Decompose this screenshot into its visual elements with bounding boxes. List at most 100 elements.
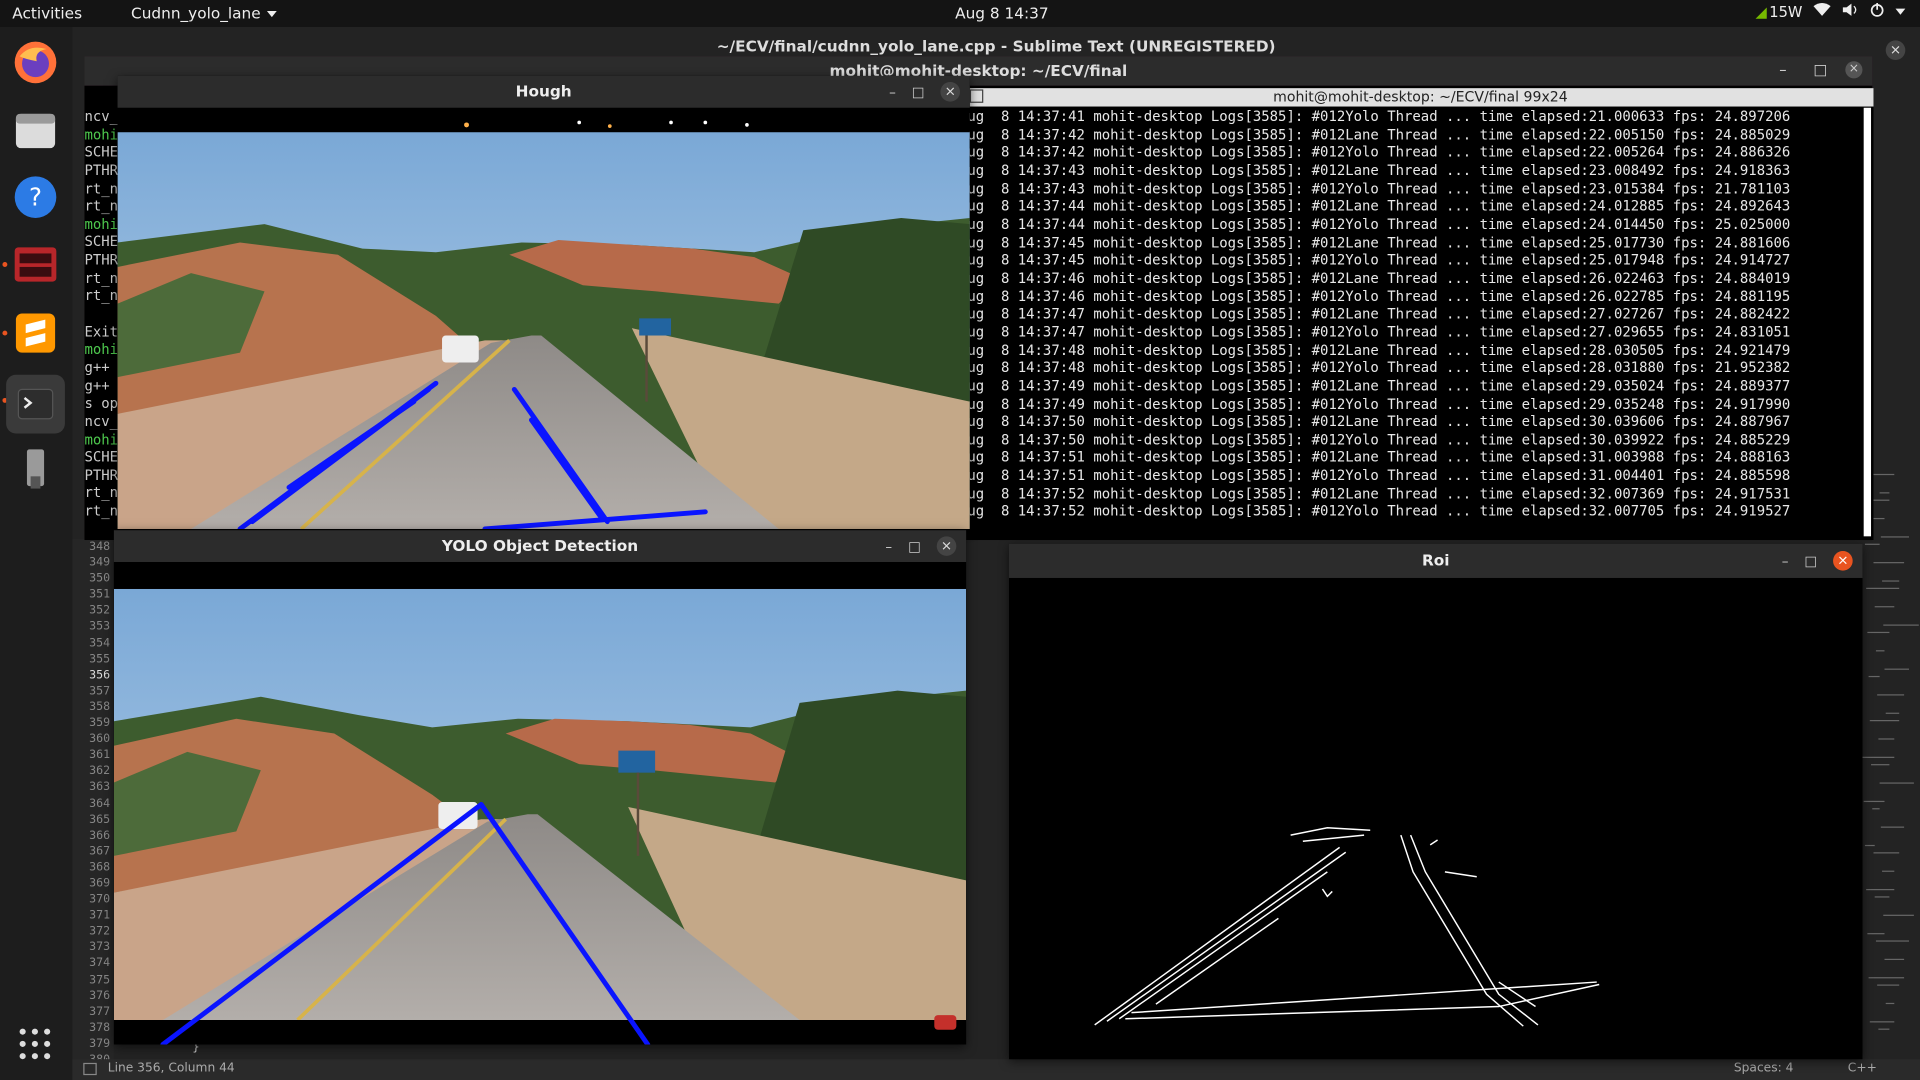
terminal-line: rt_n: [84, 269, 119, 287]
terminal-line: s op: [84, 394, 119, 412]
minimize-button[interactable]: –: [889, 84, 896, 100]
minimap-line: [1871, 473, 1895, 476]
minimap-line: [1880, 536, 1909, 538]
clock[interactable]: Aug 8 14:37: [955, 4, 1048, 22]
terminal-line: rt_n: [84, 484, 119, 502]
minimap-line: [1878, 1028, 1890, 1030]
line-number: 377: [89, 1004, 111, 1019]
volume-icon[interactable]: [1842, 2, 1859, 20]
terminal-icon[interactable]: [6, 374, 65, 434]
close-button[interactable]: ×: [936, 536, 957, 556]
line-number: 360: [89, 732, 111, 746]
chevron-down-icon[interactable]: [1895, 8, 1906, 15]
line-number: 348: [89, 540, 111, 554]
sublime-text-icon[interactable]: [10, 307, 61, 358]
line-number: 369: [89, 876, 111, 891]
log-line: ug 8 14:37:41 mohit-desktop Logs[3585]: …: [967, 107, 1791, 125]
minimap-line: [1869, 720, 1900, 722]
minimap-line: [1879, 492, 1890, 494]
minimize-button[interactable]: –: [885, 538, 892, 554]
status-spaces[interactable]: Spaces: 4: [1734, 1062, 1794, 1075]
files-icon[interactable]: [10, 104, 61, 155]
road-sign: [639, 318, 672, 336]
minimap-line: [1872, 517, 1885, 520]
minimap-line: [1877, 694, 1905, 696]
yolo-title: YOLO Object Detection: [113, 530, 967, 563]
log-line: ug 8 14:37:50 mohit-desktop Logs[3585]: …: [967, 412, 1791, 430]
minimap-line: [1868, 977, 1905, 979]
minimap-line: [1862, 756, 1895, 758]
scrollbar[interactable]: [1863, 107, 1872, 537]
terminal-line: ncv_: [84, 412, 119, 430]
log-output[interactable]: ug 8 14:37:41 mohit-desktop Logs[3585]: …: [967, 108, 1858, 521]
maximize-button[interactable]: □: [908, 538, 921, 554]
hough-road-scene: [117, 107, 970, 529]
minimap[interactable]: [1862, 455, 1920, 1056]
terminal-line: g++: [84, 376, 110, 394]
firefox-icon[interactable]: [10, 37, 61, 88]
line-number: 378: [89, 1021, 111, 1035]
line-number: 349: [89, 556, 111, 570]
help-icon[interactable]: ?: [10, 171, 61, 222]
minimap-line: [1874, 896, 1890, 898]
status-syntax[interactable]: C++: [1848, 1062, 1877, 1075]
terminal-line: mohi: [84, 215, 119, 233]
terminal-line: PTHR: [84, 161, 119, 179]
maximize-button[interactable]: □: [1813, 61, 1827, 78]
hough-image: [117, 107, 970, 529]
minimap-line: [1866, 888, 1895, 891]
line-number: 353: [89, 620, 111, 634]
hough-window[interactable]: Hough – □ ×: [117, 75, 970, 529]
panel-toggle-icon[interactable]: [83, 1062, 97, 1076]
line-number: 375: [89, 972, 111, 987]
power-icon[interactable]: [1870, 2, 1885, 20]
minimize-button[interactable]: –: [1779, 61, 1786, 78]
yolo-window[interactable]: YOLO Object Detection – □ ×: [113, 530, 967, 1045]
gpu-indicator[interactable]: ◢ 15W: [1755, 3, 1802, 20]
app-menu[interactable]: Cudnn_yolo_lane: [131, 4, 277, 22]
log-line: ug 8 14:37:47 mohit-desktop Logs[3585]: …: [967, 305, 1791, 323]
minimap-line: [1875, 650, 1885, 652]
line-number: 373: [89, 940, 111, 955]
terminal-window-front[interactable]: mohit@mohit-desktop: ~/ECV/final 99x24 u…: [967, 88, 1874, 541]
minimap-line: [1884, 958, 1905, 961]
close-button[interactable]: ×: [940, 82, 961, 102]
nvidia-icon: ◢: [1755, 3, 1767, 21]
system-tray[interactable]: ◢ 15W: [1755, 2, 1906, 20]
show-apps-icon[interactable]: [19, 1028, 52, 1061]
activities-button[interactable]: Activities: [12, 4, 82, 22]
terminal-line: g++: [84, 358, 110, 376]
system-monitor-icon[interactable]: [10, 239, 61, 290]
log-line: ug 8 14:37:51 mohit-desktop Logs[3585]: …: [967, 448, 1791, 466]
usb-drive-icon[interactable]: [10, 443, 61, 494]
minimize-button[interactable]: –: [1782, 553, 1789, 569]
line-number: 364: [89, 796, 111, 811]
terminal-line: SCHE: [84, 233, 119, 251]
line-number: 379: [89, 1037, 111, 1051]
minimap-line: [1868, 675, 1880, 678]
log-line: ug 8 14:37:45 mohit-desktop Logs[3585]: …: [967, 251, 1791, 269]
minimap-line: [1877, 984, 1900, 986]
wifi-icon[interactable]: [1813, 2, 1831, 20]
yolo-image: [113, 562, 967, 1045]
hough-title: Hough: [117, 75, 970, 108]
close-button[interactable]: ×: [1833, 551, 1853, 571]
chevron-down-icon: [266, 11, 277, 18]
sublime-title: ~/ECV/final/cudnn_yolo_lane.cpp - Sublim…: [716, 36, 1276, 56]
log-line: ug 8 14:37:49 mohit-desktop Logs[3585]: …: [967, 394, 1791, 413]
line-number: 350: [89, 572, 111, 586]
close-button[interactable]: ×: [1845, 61, 1863, 79]
app-name: Cudnn_yolo_lane: [131, 3, 261, 23]
minimap-line: [1864, 844, 1875, 847]
terminal-line: mohi: [84, 340, 119, 358]
new-tab-icon[interactable]: [969, 89, 984, 103]
roi-window[interactable]: Roi – □ ×: [1008, 543, 1863, 1060]
line-number: 352: [89, 604, 111, 618]
maximize-button[interactable]: □: [912, 84, 925, 100]
minimap-line: [1866, 587, 1900, 589]
sublime-close-button[interactable]: ×: [1885, 40, 1906, 61]
maximize-button[interactable]: □: [1804, 553, 1817, 569]
status-position[interactable]: Line 356, Column 44: [108, 1062, 235, 1075]
line-number: 376: [89, 988, 111, 1003]
terminal-line: SCHE: [84, 143, 119, 161]
